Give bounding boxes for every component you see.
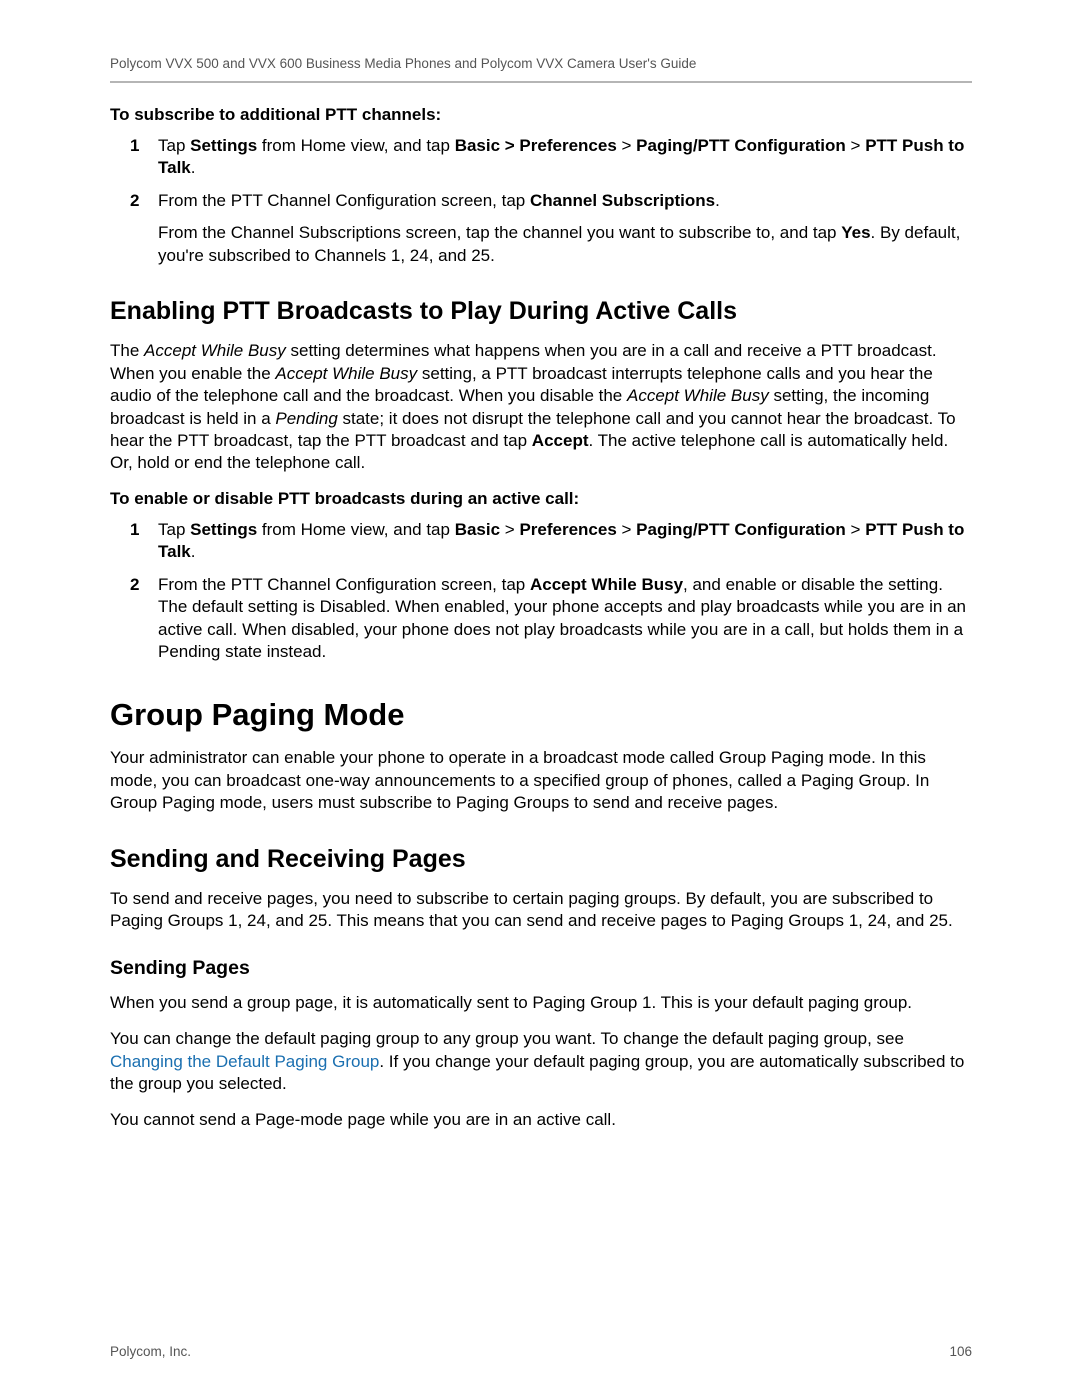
subscribe-title: To subscribe to additional PTT channels: [110,105,972,125]
subscribe-step-2-sub: From the Channel Subscriptions screen, t… [158,222,972,267]
text: From the PTT Channel Configuration scree… [158,191,530,210]
page-content: Polycom VVX 500 and VVX 600 Business Med… [0,0,1080,1132]
bold: Paging/PTT Configuration [636,520,846,539]
enable-steps: Tap Settings from Home view, and tap Bas… [130,519,972,664]
text: From the PTT Channel Configuration scree… [158,575,530,594]
italic: Accept While Busy [627,386,769,405]
enable-subtitle: To enable or disable PTT broadcasts duri… [110,489,972,509]
bold: Preferences [519,520,616,539]
sending-paragraph-1: When you send a group page, it is automa… [110,992,972,1014]
text: > [617,136,636,155]
bold: Settings [190,520,257,539]
text: > [846,136,865,155]
text: Tap [158,520,190,539]
text: The [110,341,144,360]
sending-paragraph-2: You can change the default paging group … [110,1028,972,1095]
bold: Accept [532,431,589,450]
italic: Accept While Busy [144,341,286,360]
link-change-default-paging-group[interactable]: Changing the Default Paging Group [110,1052,379,1071]
text: > [846,520,865,539]
enable-step-2: From the PTT Channel Configuration scree… [130,574,972,664]
subscribe-step-1: Tap Settings from Home view, and tap Bas… [130,135,972,180]
italic: Accept While Busy [275,364,417,383]
bold: Basic [455,520,500,539]
subscribe-step-2: From the PTT Channel Configuration scree… [130,190,972,267]
bold: Yes [841,223,870,242]
text: . [715,191,720,210]
text: Tap [158,136,190,155]
text: > [500,520,519,539]
text: from Home view, and tap [257,520,454,539]
enable-heading: Enabling PTT Broadcasts to Play During A… [110,297,972,326]
text: From the Channel Subscriptions screen, t… [158,223,841,242]
text: You can change the default paging group … [110,1029,904,1048]
footer-page-number: 106 [949,1344,972,1359]
text: . [191,542,196,561]
sendrecv-paragraph: To send and receive pages, you need to s… [110,888,972,933]
enable-paragraph: The Accept While Busy setting determines… [110,340,972,475]
bold: Paging/PTT Configuration [636,136,846,155]
bold: Accept While Busy [530,575,683,594]
italic: Pending [275,409,337,428]
sendrecv-heading: Sending and Receiving Pages [110,845,972,874]
enable-step-1: Tap Settings from Home view, and tap Bas… [130,519,972,564]
group-paging-heading: Group Paging Mode [110,697,972,733]
text: . [191,158,196,177]
sending-heading: Sending Pages [110,957,972,980]
bold: Channel Subscriptions [530,191,715,210]
group-paging-paragraph: Your administrator can enable your phone… [110,747,972,814]
footer-left: Polycom, Inc. [110,1344,191,1359]
subscribe-steps: Tap Settings from Home view, and tap Bas… [130,135,972,267]
text: > [617,520,636,539]
page-footer: Polycom, Inc. 106 [110,1344,972,1359]
header-rule [110,81,972,83]
sending-paragraph-3: You cannot send a Page-mode page while y… [110,1109,972,1131]
bold: Basic > Preferences [455,136,617,155]
text: from Home view, and tap [257,136,454,155]
running-header: Polycom VVX 500 and VVX 600 Business Med… [110,56,972,71]
bold: Settings [190,136,257,155]
